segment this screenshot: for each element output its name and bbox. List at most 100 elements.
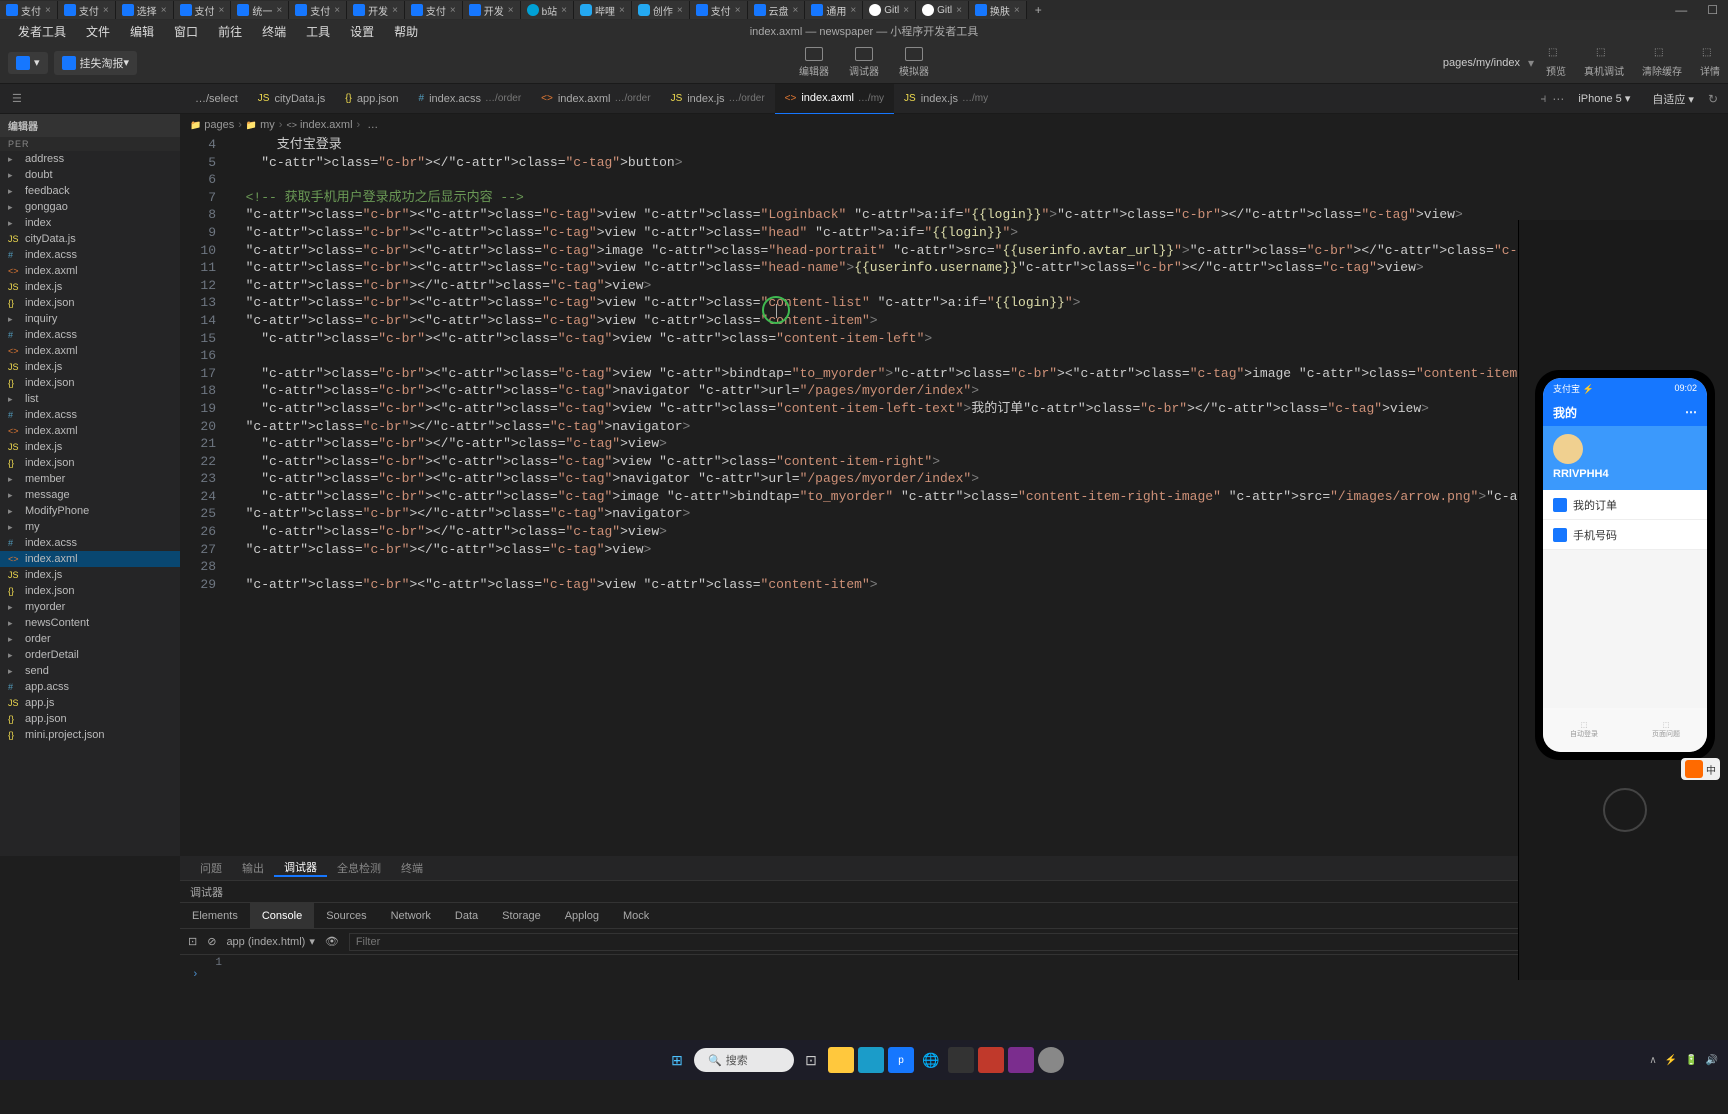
devtools-tab[interactable]: Console: [250, 903, 314, 929]
close-tab-icon[interactable]: ×: [276, 5, 282, 16]
file-tree-item[interactable]: #index.acss: [0, 407, 180, 423]
file-tree-item[interactable]: #index.acss: [0, 247, 180, 263]
tab-item[interactable]: ⬚自动登录: [1543, 708, 1625, 752]
close-tab-icon[interactable]: ×: [334, 5, 340, 16]
close-tab-icon[interactable]: ×: [677, 5, 683, 16]
file-tab[interactable]: JSindex.js…/order: [661, 84, 775, 114]
sidebar-toggle-icon[interactable]: ☰: [6, 90, 28, 107]
close-tab-icon[interactable]: ×: [619, 5, 625, 16]
page-selector[interactable]: pages/my/index: [1443, 57, 1520, 69]
file-tab[interactable]: <>index.axml…/my: [775, 84, 894, 114]
clear-console-icon[interactable]: ⊘: [207, 935, 216, 948]
chrome-icon[interactable]: 🌐: [918, 1047, 944, 1073]
list-item[interactable]: 手机号码: [1543, 520, 1707, 550]
phone-profile-card[interactable]: RRlVPHH4: [1543, 426, 1707, 490]
file-tree-item[interactable]: JSindex.js: [0, 359, 180, 375]
file-tree-item[interactable]: ▸my: [0, 519, 180, 535]
close-tab-icon[interactable]: ×: [392, 5, 398, 16]
browser-tab[interactable]: 换肤×: [969, 1, 1027, 19]
browser-tab[interactable]: 通用×: [805, 1, 863, 19]
avatar-icon[interactable]: [1038, 1047, 1064, 1073]
toolbar-action[interactable]: ⬚详情: [1700, 47, 1720, 78]
toggle-panel-icon[interactable]: ⊡: [188, 935, 197, 948]
mode-tab[interactable]: 编辑器: [799, 47, 829, 78]
panel-tab[interactable]: 问题: [190, 860, 232, 876]
context-select[interactable]: app (index.html) ▾: [226, 935, 314, 948]
close-tab-icon[interactable]: ×: [45, 5, 51, 16]
file-tree-item[interactable]: ▸orderDetail: [0, 647, 180, 663]
split-editor-icon[interactable]: ⫞: [1540, 91, 1546, 106]
browser-tab[interactable]: 云盘×: [748, 1, 806, 19]
browser-tab[interactable]: 支付×: [289, 1, 347, 19]
file-tree-item[interactable]: {}app.json: [0, 711, 180, 727]
file-tree-item[interactable]: <>index.axml: [0, 343, 180, 359]
app-icon[interactable]: p: [888, 1047, 914, 1073]
menu-item[interactable]: 设置: [340, 23, 384, 40]
file-tree-item[interactable]: ▸index: [0, 215, 180, 231]
file-tab[interactable]: JScityData.js: [248, 84, 335, 114]
close-tab-icon[interactable]: ×: [219, 5, 225, 16]
file-tab[interactable]: <>index.axml…/order: [531, 84, 660, 114]
file-tree-item[interactable]: ▸address: [0, 151, 180, 167]
menu-item[interactable]: 窗口: [164, 23, 208, 40]
app-icon-3[interactable]: [978, 1047, 1004, 1073]
menu-item[interactable]: 发者工具: [8, 23, 76, 40]
browser-tab[interactable]: 哔哩×: [574, 1, 632, 19]
mode-tab[interactable]: 模拟器: [899, 47, 929, 78]
file-tab[interactable]: …/select: [180, 84, 248, 114]
panel-tab[interactable]: 调试器: [274, 859, 327, 877]
panel-tab[interactable]: 全息检测: [327, 860, 391, 876]
file-tree-item[interactable]: {}index.json: [0, 583, 180, 599]
ime-indicator[interactable]: 中: [1681, 758, 1720, 780]
file-tree-item[interactable]: ▸send: [0, 663, 180, 679]
file-tree-item[interactable]: JSindex.js: [0, 279, 180, 295]
devtools-tab[interactable]: Sources: [314, 903, 378, 929]
browser-tab[interactable]: Gitl×: [863, 1, 916, 19]
file-tree-item[interactable]: ▸order: [0, 631, 180, 647]
browser-tab[interactable]: 支付×: [58, 1, 116, 19]
zoom-select[interactable]: 自适应 ▾: [1644, 89, 1702, 109]
task-view-icon[interactable]: ⊡: [798, 1047, 824, 1073]
devtools-tab[interactable]: Storage: [490, 903, 553, 929]
browser-tab[interactable]: Gitl×: [916, 1, 969, 19]
file-tree-item[interactable]: ▸list: [0, 391, 180, 407]
devtools-tab[interactable]: Applog: [553, 903, 611, 929]
menu-item[interactable]: 帮助: [384, 23, 428, 40]
close-tab-icon[interactable]: ×: [850, 5, 856, 16]
home-button[interactable]: [1603, 788, 1647, 832]
file-tree-item[interactable]: JSindex.js: [0, 439, 180, 455]
close-tab-icon[interactable]: ×: [793, 5, 799, 16]
browser-tab[interactable]: 支付×: [405, 1, 463, 19]
browser-tab[interactable]: 创作×: [632, 1, 690, 19]
menu-item[interactable]: 编辑: [120, 23, 164, 40]
file-tree-item[interactable]: ▸gonggao: [0, 199, 180, 215]
close-tab-icon[interactable]: ×: [103, 5, 109, 16]
eye-icon[interactable]: 👁: [325, 935, 339, 948]
close-tab-icon[interactable]: ×: [508, 5, 514, 16]
file-tree-item[interactable]: ▸ModifyPhone: [0, 503, 180, 519]
file-tree-item[interactable]: ▸member: [0, 471, 180, 487]
minimize-icon[interactable]: —: [1665, 3, 1697, 17]
devtools-tab[interactable]: Data: [443, 903, 490, 929]
menu-item[interactable]: 文件: [76, 23, 120, 40]
menu-item[interactable]: 前往: [208, 23, 252, 40]
file-tree-item[interactable]: <>index.axml: [0, 423, 180, 439]
app-icon-2[interactable]: [948, 1047, 974, 1073]
file-tree-item[interactable]: #index.acss: [0, 535, 180, 551]
file-tree-item[interactable]: JScityData.js: [0, 231, 180, 247]
toolbar-project-select[interactable]: 挂失淘报 ▾: [54, 51, 138, 75]
close-tab-icon[interactable]: ×: [1014, 5, 1020, 16]
close-tab-icon[interactable]: ×: [161, 5, 167, 16]
file-tree-item[interactable]: #app.acss: [0, 679, 180, 695]
browser-tab[interactable]: 支付×: [690, 1, 748, 19]
file-tree-item[interactable]: ▸feedback: [0, 183, 180, 199]
start-button[interactable]: ⊞: [664, 1047, 690, 1073]
mode-tab[interactable]: 调试器: [849, 47, 879, 78]
breadcrumb-item[interactable]: <>index.axml: [286, 119, 352, 131]
close-tab-icon[interactable]: ×: [450, 5, 456, 16]
browser-tab[interactable]: 统一×: [231, 1, 289, 19]
menu-item[interactable]: 工具: [296, 23, 340, 40]
browser-tab[interactable]: 支付×: [174, 1, 232, 19]
file-tree-item[interactable]: {}mini.project.json: [0, 727, 180, 743]
kodi-icon[interactable]: [858, 1047, 884, 1073]
